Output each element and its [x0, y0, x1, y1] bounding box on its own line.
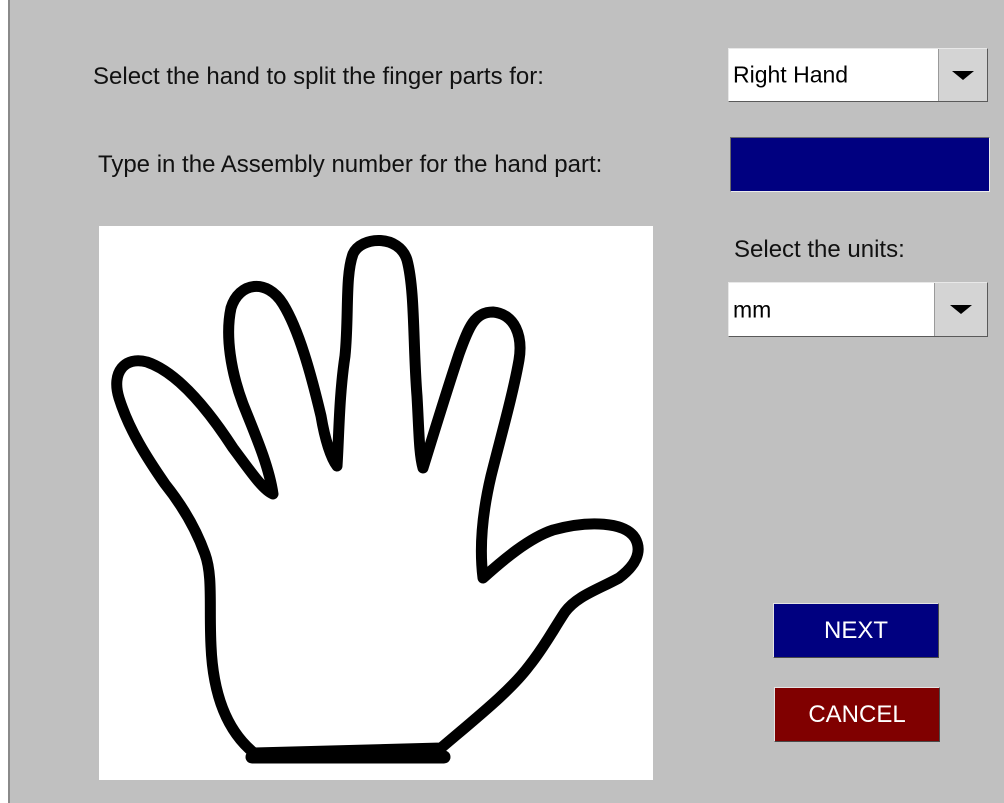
hand-select-label: Select the hand to split the finger part…: [93, 63, 544, 90]
chevron-down-icon: [950, 305, 972, 314]
hand-split-dialog: Select the hand to split the finger part…: [8, 0, 1004, 803]
assembly-number-label: Type in the Assembly number for the hand…: [98, 151, 603, 178]
units-dropdown[interactable]: mm: [728, 282, 988, 337]
units-label: Select the units:: [734, 236, 905, 263]
assembly-number-field[interactable]: [730, 137, 990, 192]
chevron-down-icon: [952, 70, 974, 80]
next-button[interactable]: NEXT: [773, 603, 939, 658]
hand-select-dropdown-button[interactable]: [938, 49, 987, 101]
hand-outline-icon: [111, 235, 644, 764]
units-dropdown-button[interactable]: [934, 283, 987, 336]
assembly-number-input[interactable]: [731, 138, 989, 191]
units-value: mm: [733, 296, 772, 322]
hand-image-panel: [99, 226, 653, 780]
cancel-button[interactable]: CANCEL: [774, 687, 940, 742]
hand-select-dropdown[interactable]: Right Hand: [728, 48, 988, 102]
hand-select-value: Right Hand: [733, 61, 849, 88]
